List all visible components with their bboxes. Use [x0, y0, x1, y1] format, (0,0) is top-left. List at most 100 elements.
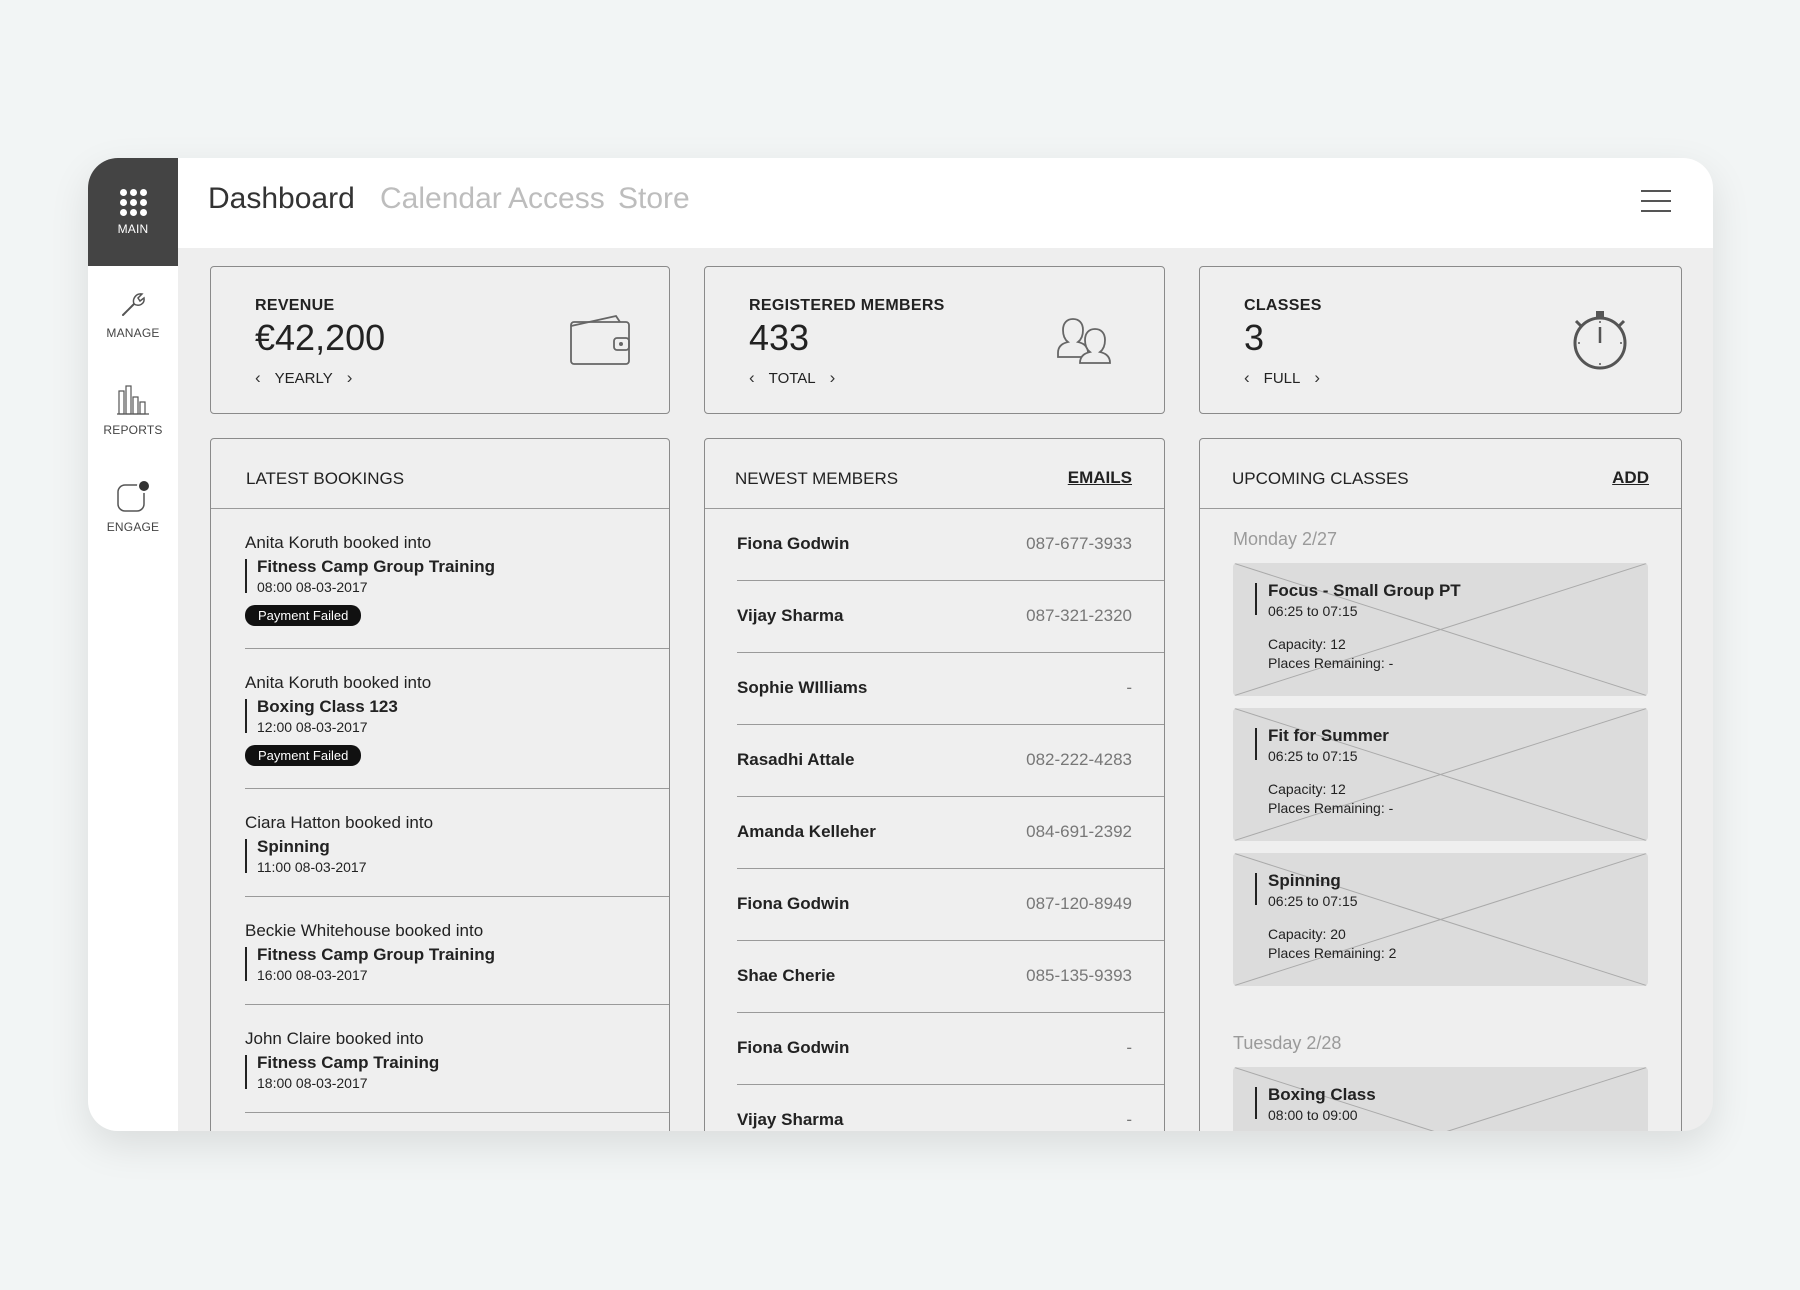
divider [245, 699, 247, 733]
stat-title: CLASSES [1244, 297, 1322, 314]
member-phone: - [1126, 1038, 1132, 1057]
day-heading: Monday 2/27 [1233, 529, 1338, 549]
chevron-right-icon[interactable]: › [347, 368, 353, 388]
divider [245, 559, 247, 593]
day-heading: Tuesday 2/28 [1233, 1033, 1342, 1053]
sidebar-item-label: MAIN [117, 221, 149, 236]
member-row[interactable]: Vijay Sharma 087-321-2320 [737, 581, 1164, 653]
tab-calendar[interactable]: Calendar [380, 182, 502, 216]
booking-item[interactable]: Ciara Hatton booked into Spinning 11:00 … [245, 789, 669, 897]
class-time: 06:25 to 07:15 [1268, 748, 1358, 764]
booking-class: Fitness Camp Group Training [257, 557, 496, 576]
chevron-left-icon[interactable]: ‹ [255, 368, 261, 388]
member-name: Vijay Sharma [737, 606, 844, 625]
member-name: Fiona Godwin [737, 534, 850, 553]
notification-dot-icon [117, 480, 150, 512]
panel-header: NEWEST MEMBERS EMAILS [705, 439, 1164, 509]
booking-member: John Claire booked into [245, 1029, 424, 1048]
class-card[interactable]: Focus - Small Group PT 06:25 to 07:15 Ca… [1233, 563, 1648, 696]
booking-member: Anita Koruth booked into [245, 533, 432, 552]
booking-item[interactable]: John Claire booked into Fitness Camp Tra… [245, 1005, 669, 1113]
tab-dashboard[interactable]: Dashboard [208, 182, 355, 216]
booking-item[interactable]: Anita Koruth booked into Fitness Camp Gr… [245, 509, 669, 649]
stat-title: REVENUE [255, 297, 335, 314]
member-phone: - [1126, 1110, 1132, 1129]
divider [1255, 728, 1257, 760]
class-remaining: Places Remaining: - [1268, 800, 1394, 816]
divider [245, 1055, 247, 1089]
period-switcher: ‹ YEARLY › [255, 368, 352, 388]
member-row[interactable]: Fiona Godwin - [737, 1013, 1164, 1085]
member-row[interactable]: Rasadhi Attale 082-222-4283 [737, 725, 1164, 797]
bar-chart-icon [117, 385, 149, 415]
class-card[interactable]: Boxing Class 08:00 to 09:00 [1233, 1067, 1648, 1131]
chevron-left-icon[interactable]: ‹ [749, 368, 755, 388]
member-row[interactable]: Shae Cherie 085-135-9393 [737, 941, 1164, 1013]
class-capacity: Capacity: 12 [1268, 636, 1346, 652]
member-row[interactable]: Fiona Godwin 087-120-8949 [737, 869, 1164, 941]
member-row[interactable]: Amanda Kelleher 084-691-2392 [737, 797, 1164, 869]
panel-title: UPCOMING CLASSES [1232, 469, 1409, 488]
member-row[interactable]: Sophie WIlliams - [737, 653, 1164, 725]
booking-time: 11:00 08-03-2017 [257, 859, 367, 875]
emails-link[interactable]: EMAILS [1068, 468, 1132, 488]
booking-member: Beckie Whitehouse booked into [245, 921, 484, 940]
chevron-right-icon[interactable]: › [1314, 368, 1320, 388]
classes-card: CLASSES 3 ‹ FULL › [1199, 266, 1682, 414]
revenue-card: REVENUE €42,200 ‹ YEARLY › [210, 266, 670, 414]
tab-store[interactable]: Store [618, 182, 690, 216]
stat-value: €42,200 [255, 317, 386, 358]
stat-title: REGISTERED MEMBERS [749, 297, 945, 314]
wallet-icon [570, 314, 630, 365]
stat-value: 3 [1244, 317, 1265, 358]
booking-class: Fitness Camp Group Training [257, 945, 496, 964]
booking-time: 12:00 08-03-2017 [257, 719, 368, 735]
booking-item[interactable]: Beckie Whitehouse booked into Fitness Ca… [245, 897, 669, 1005]
member-name: Shae Cherie [737, 966, 836, 985]
members-card: REGISTERED MEMBERS 433 ‹ TOTAL › [704, 266, 1165, 414]
class-card[interactable]: Spinning 06:25 to 07:15 Capacity: 20 Pla… [1233, 853, 1648, 986]
booking-time: 16:00 08-03-2017 [257, 967, 368, 983]
chevron-right-icon[interactable]: › [830, 368, 836, 388]
tab-access[interactable]: Access [508, 182, 605, 216]
class-name: Boxing Class [1268, 1085, 1376, 1104]
sidebar-item-label: MANAGE [106, 326, 160, 340]
member-name: Amanda Kelleher [737, 822, 876, 841]
sidebar-item-reports[interactable]: REPORTS [88, 383, 178, 437]
member-phone: 085-135-9393 [1026, 966, 1132, 985]
panel-title: NEWEST MEMBERS [735, 469, 899, 488]
newest-members-panel: NEWEST MEMBERS EMAILS Fiona Godwin 087-6… [704, 438, 1165, 1131]
member-phone: 087-677-3933 [1026, 534, 1132, 553]
chevron-left-icon[interactable]: ‹ [1244, 368, 1250, 388]
hamburger-menu-icon[interactable] [1641, 190, 1671, 212]
panel-header: LATEST BOOKINGS [211, 439, 669, 509]
member-name: Fiona Godwin [737, 1038, 850, 1057]
member-row[interactable]: Vijay Sharma - [737, 1085, 1164, 1131]
period-label: YEARLY [274, 369, 333, 387]
users-icon [1057, 318, 1111, 364]
status-badge: Payment Failed [245, 605, 362, 626]
class-time: 06:25 to 07:15 [1268, 893, 1358, 909]
divider [1255, 583, 1257, 615]
member-name: Vijay Sharma [737, 1110, 844, 1129]
class-time: 06:25 to 07:15 [1268, 603, 1358, 619]
class-name: Focus - Small Group PT [1268, 581, 1461, 600]
add-class-button[interactable]: ADD [1612, 468, 1649, 488]
stopwatch-icon [1573, 311, 1627, 370]
top-nav: Dashboard Calendar Access Store [178, 158, 1713, 248]
booking-item[interactable]: Anita Koruth booked into Boxing Class 12… [245, 649, 669, 789]
member-phone: 087-120-8949 [1026, 894, 1132, 913]
apps-grid-icon [119, 188, 147, 216]
member-row[interactable]: Fiona Godwin 087-677-3933 [737, 509, 1164, 581]
period-label: FULL [1263, 369, 1301, 387]
class-card[interactable]: Fit for Summer 06:25 to 07:15 Capacity: … [1233, 708, 1648, 841]
divider [245, 839, 247, 873]
sidebar-item-label: ENGAGE [106, 520, 160, 534]
sidebar-item-engage[interactable]: ENGAGE [88, 480, 178, 534]
booking-member: Anita Koruth booked into [245, 673, 432, 692]
class-remaining: Places Remaining: 2 [1268, 945, 1397, 961]
sidebar-item-manage[interactable]: MANAGE [88, 288, 178, 340]
sidebar-item-main[interactable]: MAIN [88, 158, 178, 266]
status-badge: Payment Failed [245, 745, 362, 766]
period-label: TOTAL [768, 369, 816, 387]
